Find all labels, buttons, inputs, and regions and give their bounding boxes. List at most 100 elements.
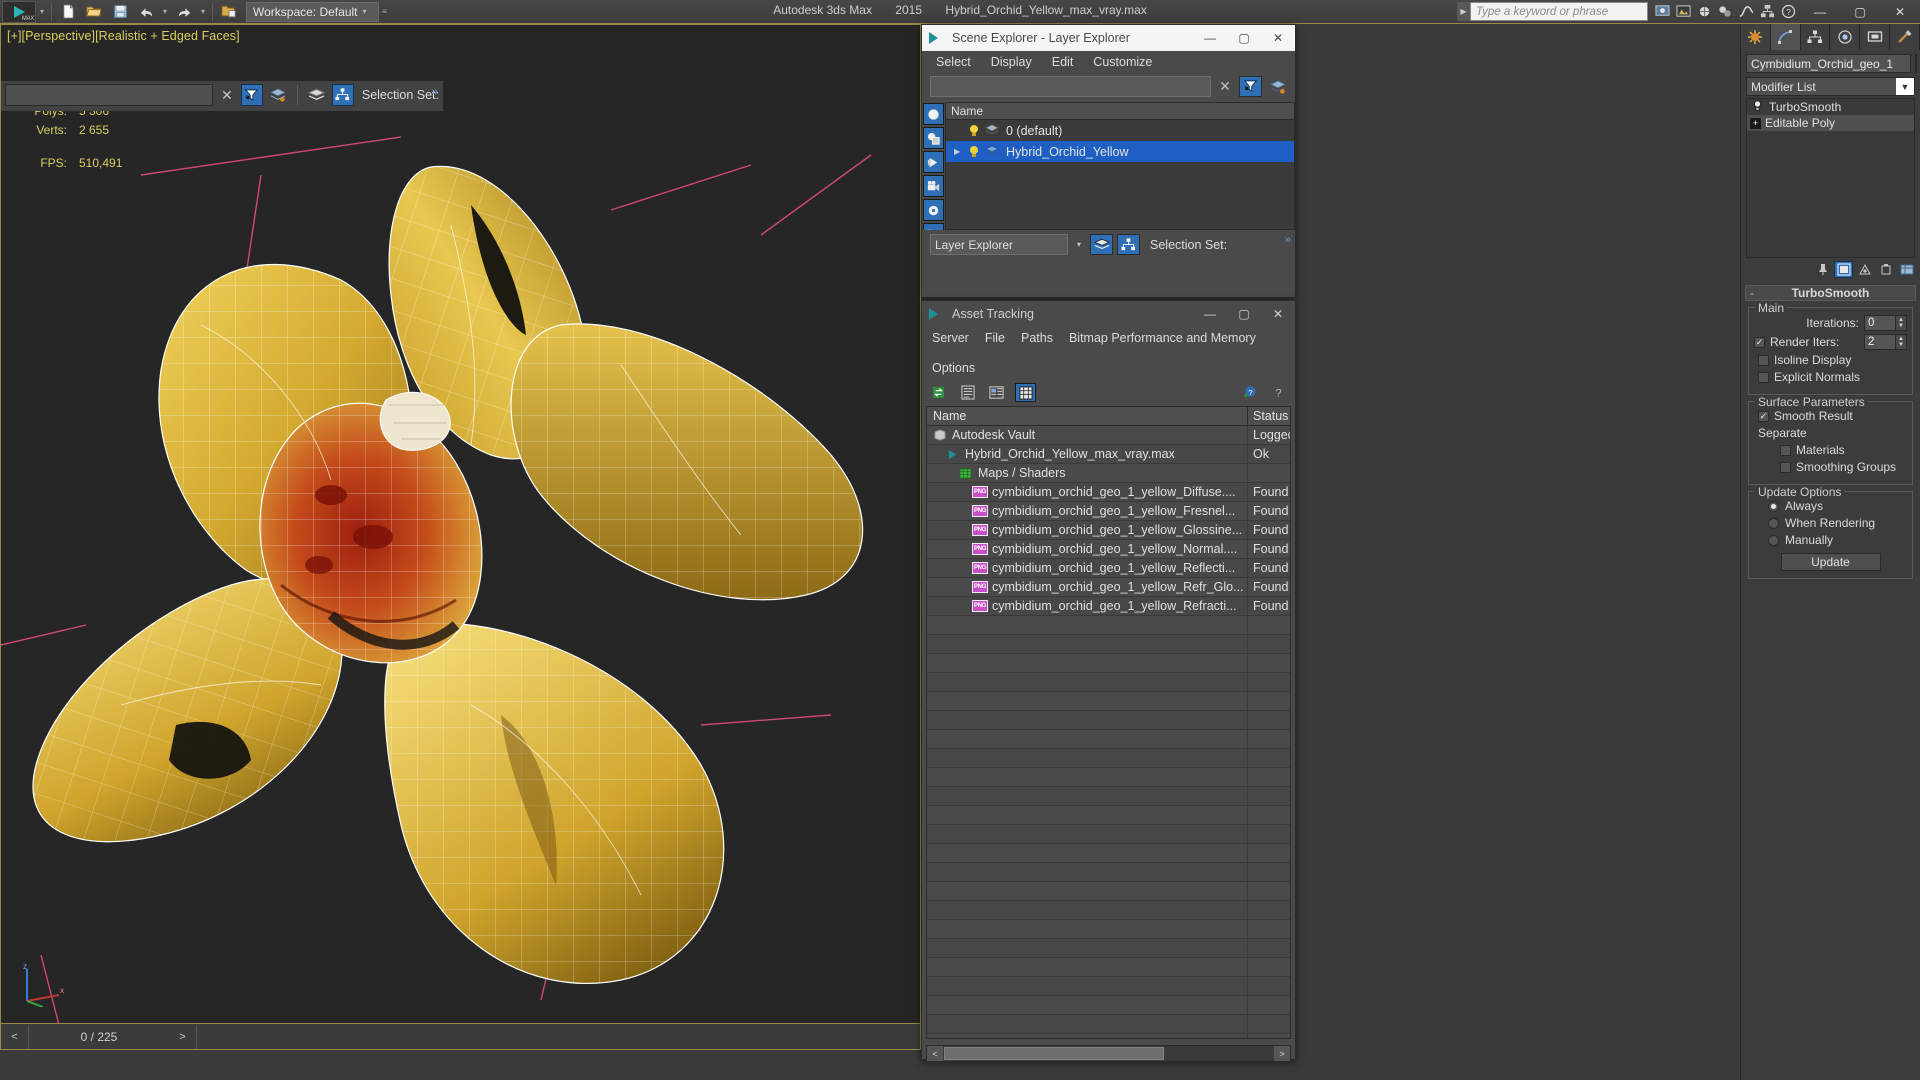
- help-icon[interactable]: ?: [1779, 2, 1798, 21]
- table-row[interactable]: Hybrid_Orchid_Yellow_max_vray.max Ok: [927, 445, 1290, 464]
- scene-explorer-row-default[interactable]: 0 (default): [946, 120, 1294, 141]
- modifier-stack[interactable]: TurboSmooth + Editable Poly: [1746, 98, 1915, 258]
- workspace-selector[interactable]: Workspace: Default ▾: [246, 1, 379, 22]
- curve-editor-icon[interactable]: [1737, 2, 1756, 21]
- table-row-empty[interactable]: [927, 977, 1290, 996]
- table-row-empty[interactable]: [927, 749, 1290, 768]
- lightbulb-icon[interactable]: [968, 145, 981, 159]
- always-radio[interactable]: [1768, 500, 1779, 512]
- quick-access-dropdown-icon[interactable]: ▾: [36, 1, 48, 23]
- table-row-empty[interactable]: [927, 958, 1290, 977]
- menu-select[interactable]: Select: [936, 55, 971, 69]
- geometry-filter-icon[interactable]: [923, 103, 944, 125]
- table-row[interactable]: PNG cymbidium_orchid_geo_1_yellow_Normal.…: [927, 540, 1290, 559]
- column-name[interactable]: Name: [927, 407, 1248, 425]
- motion-tab-icon[interactable]: [1830, 24, 1861, 50]
- table-row-empty[interactable]: [927, 787, 1290, 806]
- table-row-empty[interactable]: [927, 939, 1290, 958]
- table-row-empty[interactable]: [927, 635, 1290, 654]
- materials-checkbox[interactable]: [1780, 444, 1791, 456]
- scene-explorer-list[interactable]: Name 0 (default) ▶ Hybrid_Orchid_Yellow: [945, 102, 1295, 230]
- table-row[interactable]: PNG cymbidium_orchid_geo_1_yellow_Refr_Gl…: [927, 578, 1290, 597]
- layers-icon[interactable]: [1266, 76, 1289, 97]
- render-iters-input[interactable]: [1864, 334, 1896, 350]
- asset-tracking-close-icon[interactable]: ✕: [1261, 301, 1295, 327]
- detail-view-icon[interactable]: [986, 383, 1007, 402]
- pin-stack-icon[interactable]: [1813, 261, 1832, 278]
- update-button[interactable]: Update: [1780, 553, 1881, 571]
- utilities-tab-icon[interactable]: [1890, 24, 1920, 50]
- make-unique-icon[interactable]: [1855, 261, 1874, 278]
- iterations-stepper[interactable]: ▲▼: [1864, 315, 1907, 331]
- workspace-menu-icon[interactable]: ≡: [379, 1, 391, 23]
- scene-explorer-row-orchid[interactable]: ▶ Hybrid_Orchid_Yellow: [946, 141, 1294, 162]
- app-logo-icon[interactable]: MAX: [2, 0, 36, 23]
- scroll-left-icon[interactable]: <: [927, 1046, 943, 1061]
- menu-edit[interactable]: Edit: [1052, 55, 1074, 69]
- menu-customize[interactable]: Customize: [1093, 55, 1152, 69]
- object-name-field[interactable]: [1746, 54, 1911, 73]
- set-project-folder-icon[interactable]: [216, 1, 242, 23]
- filter-funnel-icon[interactable]: [240, 84, 263, 106]
- clear-x-icon[interactable]: ✕: [1215, 78, 1235, 95]
- workspace-chevron-down-icon[interactable]: ▾: [358, 7, 372, 16]
- hierarchy-toggle-icon[interactable]: [1117, 234, 1140, 255]
- close-icon[interactable]: ✕: [1880, 0, 1920, 24]
- table-row-empty[interactable]: [927, 806, 1290, 825]
- select-from-scene-search-input[interactable]: [5, 84, 213, 106]
- table-row-empty[interactable]: [927, 654, 1290, 673]
- field-isoline-display[interactable]: Isoline Display: [1758, 353, 1907, 367]
- render-iters-stepper[interactable]: ▲▼: [1864, 334, 1907, 350]
- menu-server[interactable]: Server: [932, 331, 969, 345]
- render-setup-icon[interactable]: [1653, 2, 1672, 21]
- shapes-filter-icon[interactable]: [923, 127, 944, 149]
- table-row-empty[interactable]: [927, 901, 1290, 920]
- material-editor-icon[interactable]: [1716, 2, 1735, 21]
- scroll-right-icon[interactable]: >: [1274, 1046, 1290, 1061]
- render-production-icon[interactable]: [1695, 2, 1714, 21]
- asset-tracking-horizontal-scrollbar[interactable]: < >: [926, 1045, 1291, 1062]
- isoline-display-checkbox[interactable]: [1758, 354, 1769, 366]
- explorer-mode-selector[interactable]: Layer Explorer: [930, 234, 1068, 255]
- render-iters-checkbox[interactable]: ✓: [1754, 336, 1765, 348]
- undo-dropdown-icon[interactable]: ▾: [159, 1, 171, 23]
- redo-icon[interactable]: [171, 1, 197, 23]
- prev-frame-button[interactable]: <: [1, 1024, 29, 1049]
- asset-tracking-grid[interactable]: Name Status Autodesk Vault Logged Hybrid_O…: [926, 406, 1291, 1039]
- add-help-icon[interactable]: ?: [1239, 383, 1260, 402]
- scene-explorer-search-input[interactable]: [930, 76, 1211, 97]
- menu-display[interactable]: Display: [991, 55, 1032, 69]
- modify-tab-icon[interactable]: [1770, 24, 1801, 50]
- column-status[interactable]: Status: [1248, 407, 1290, 425]
- search-input[interactable]: Type a keyword or phrase: [1470, 2, 1648, 21]
- table-row-empty[interactable]: [927, 1034, 1290, 1038]
- next-frame-button[interactable]: >: [169, 1024, 197, 1049]
- plus-expand-icon[interactable]: +: [1750, 117, 1761, 129]
- table-row-empty[interactable]: [927, 863, 1290, 882]
- scene-explorer-column-name[interactable]: Name: [946, 103, 1294, 120]
- menu-paths[interactable]: Paths: [1021, 331, 1053, 345]
- hierarchy-toggle-icon[interactable]: [331, 84, 354, 106]
- remove-modifier-icon[interactable]: [1876, 261, 1895, 278]
- asset-tracking-titlebar[interactable]: Asset Tracking — ▢ ✕: [922, 301, 1295, 327]
- manually-radio[interactable]: [1768, 534, 1779, 546]
- schematic-view-icon[interactable]: [1758, 2, 1777, 21]
- turbosmooth-rollout[interactable]: - TurboSmooth Main Iterations: ▲▼ ✓ Rend…: [1745, 285, 1916, 579]
- lightbulb-modifier-icon[interactable]: [1752, 99, 1763, 115]
- search-flyout-icon[interactable]: ▶: [1457, 2, 1470, 21]
- asset-tracking-maximize-icon[interactable]: ▢: [1227, 301, 1261, 327]
- explicit-normals-checkbox[interactable]: [1758, 371, 1769, 383]
- display-tab-icon[interactable]: [1860, 24, 1891, 50]
- scrollbar-thumb[interactable]: [944, 1047, 1164, 1060]
- select-from-scene-overflow-icon[interactable]: »: [432, 86, 438, 98]
- field-materials[interactable]: Materials: [1780, 443, 1907, 457]
- asset-tracking-minimize-icon[interactable]: —: [1193, 301, 1227, 327]
- expand-triangle-icon[interactable]: ▶: [954, 147, 968, 156]
- field-always[interactable]: Always: [1768, 499, 1907, 513]
- layers-toggle-icon[interactable]: [306, 84, 328, 106]
- configure-sets-icon[interactable]: [1897, 261, 1916, 278]
- table-row[interactable]: PNG cymbidium_orchid_geo_1_yellow_Diffuse…: [927, 483, 1290, 502]
- turbosmooth-rollout-header[interactable]: - TurboSmooth: [1745, 285, 1916, 301]
- create-tab-icon[interactable]: [1741, 24, 1771, 50]
- menu-bitmap-performance[interactable]: Bitmap Performance and Memory: [1069, 331, 1256, 345]
